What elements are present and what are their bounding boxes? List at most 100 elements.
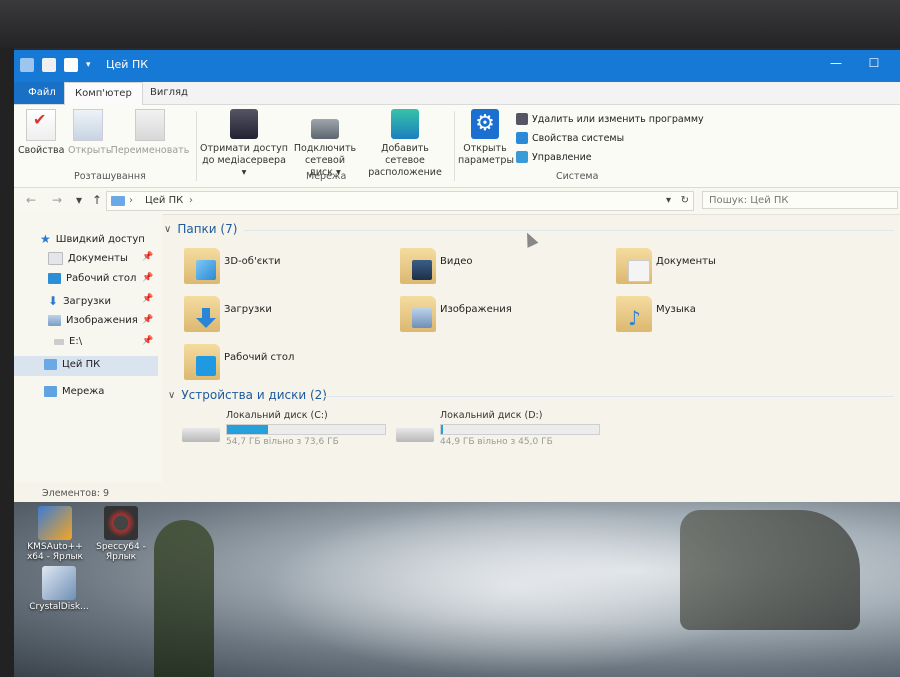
nav-item-label: E:\: [69, 336, 83, 347]
back-button[interactable]: ←: [26, 193, 36, 207]
folder-desktop[interactable]: Рабочий стол: [184, 344, 394, 384]
folder-icon: [184, 296, 220, 332]
properties-button[interactable]: ✔ Свойства: [18, 109, 64, 157]
new-folder-quick-icon[interactable]: [64, 58, 78, 72]
folder-icon: ♪: [616, 296, 652, 332]
folder-name: 3D-об'єкти: [224, 256, 281, 267]
mouse-cursor: [521, 230, 539, 248]
open-settings-button[interactable]: ⚙ Открыть параметры: [458, 109, 514, 167]
properties-quick-icon[interactable]: [42, 58, 56, 72]
path-separator: ›: [189, 195, 193, 206]
kmsauto-icon: [38, 506, 72, 540]
desktop-icon-label: KMSAuto++ x64 - Ярлык: [26, 542, 83, 562]
folder-icon: [184, 344, 220, 380]
pin-icon[interactable]: 📌: [142, 273, 153, 283]
media-server-button[interactable]: Отримати доступ до медіасервера ▾: [200, 109, 288, 179]
folder-documents[interactable]: Документы: [616, 248, 826, 288]
pin-icon[interactable]: 📌: [142, 252, 153, 262]
address-path[interactable]: Цей ПК: [145, 192, 183, 210]
map-network-drive-button[interactable]: Подключить сетевой диск ▾: [292, 109, 358, 179]
nav-this-pc[interactable]: Цей ПК: [44, 359, 100, 370]
folders-group-header[interactable]: ∨ Папки (7): [164, 222, 237, 236]
drive-usage-fill: [441, 425, 443, 434]
windows-drive-icon: [182, 428, 220, 442]
folder-downloads[interactable]: Загрузки: [184, 296, 394, 336]
crystaldisk-icon: [42, 566, 76, 600]
settings-label-line1: Открыть: [463, 143, 507, 154]
drive-free-space: 44,9 ГБ вільно з 45,0 ГБ: [440, 437, 553, 447]
uninstall-program-button[interactable]: Удалить или изменить программу: [516, 113, 704, 125]
folder-music[interactable]: ♪ Музыка: [616, 296, 826, 336]
pin-icon[interactable]: 📌: [142, 336, 153, 346]
manage-button[interactable]: Управление: [516, 151, 592, 163]
system-properties-button[interactable]: Свойства системы: [516, 132, 624, 144]
folder-icon: [400, 296, 436, 332]
tab-view[interactable]: Вигляд: [140, 82, 198, 104]
maximize-button[interactable]: ☐: [860, 56, 888, 70]
folder-pictures[interactable]: Изображения: [400, 296, 610, 336]
media-server-label-line2: до медіасервера ▾: [202, 155, 286, 178]
media-server-label-line1: Отримати доступ: [200, 143, 288, 154]
nav-item-label: Загрузки: [63, 295, 111, 307]
properties-label: Свойства: [18, 145, 65, 156]
navigation-pane: ★ Швидкий доступ Документы 📌 Рабочий сто…: [14, 212, 162, 482]
drive-icon: [54, 338, 64, 345]
nav-item-drive-e[interactable]: E:\: [54, 336, 82, 347]
forward-button[interactable]: →: [52, 193, 62, 207]
desktop-icon-kmsauto[interactable]: KMSAuto++ x64 - Ярлык: [20, 506, 90, 562]
system-properties-label: Свойства системы: [532, 132, 625, 144]
desktop-icon-crystaldisk[interactable]: CrystalDisk...: [24, 566, 94, 612]
folder-name: Видео: [440, 256, 473, 267]
add-network-location-button[interactable]: Добавить сетевое расположение: [360, 109, 450, 179]
computer-icon: [20, 58, 34, 72]
drive-d[interactable]: Локальний диск (D:) 44,9 ГБ вільно з 45,…: [396, 410, 606, 454]
download-arrow-icon: ⬇: [48, 294, 59, 308]
group-divider: [324, 396, 894, 397]
network-location-icon: [391, 109, 419, 139]
folder-videos[interactable]: Видео: [400, 248, 610, 288]
nav-item-pictures[interactable]: Изображения: [48, 315, 138, 326]
drive-c[interactable]: Локальний диск (C:) 54,7 ГБ вільно з 73,…: [182, 410, 392, 454]
customize-chevron-icon[interactable]: ▾: [86, 60, 91, 70]
pin-icon[interactable]: 📌: [142, 315, 153, 325]
nav-item-desktop[interactable]: Рабочий стол: [48, 273, 136, 284]
rename-button[interactable]: Переименовать: [110, 109, 190, 157]
pin-icon[interactable]: 📌: [142, 294, 153, 304]
this-pc-icon: [44, 359, 57, 370]
uninstall-label: Удалить или изменить программу: [532, 113, 704, 125]
collapse-chevron-icon: ∨: [164, 223, 172, 235]
tab-computer[interactable]: Комп'ютер: [64, 82, 143, 105]
nav-quick-access[interactable]: ★ Швидкий доступ: [40, 232, 145, 246]
network-drive-icon: [311, 119, 339, 139]
nav-item-label: Документы: [68, 253, 128, 264]
ribbon-separator: [454, 111, 455, 181]
system-properties-icon: [516, 132, 528, 144]
search-input[interactable]: Пошук: Цей ПК: [702, 191, 898, 209]
drive-usage-bar: [440, 424, 600, 435]
desktop-icon-speccy[interactable]: Speccy64 - Ярлык: [86, 506, 156, 562]
open-icon: [73, 109, 103, 141]
folder-3d-objects[interactable]: 3D-об'єкти: [184, 248, 394, 288]
minimize-button[interactable]: —: [822, 56, 850, 70]
this-pc-icon: [111, 196, 125, 206]
open-button[interactable]: Открыть: [68, 109, 111, 157]
content-pane: ∨ Папки (7) 3D-об'єкти Видео Документы З…: [164, 212, 900, 482]
ribbon-tabs: Файл Комп'ютер Вигляд: [14, 82, 900, 105]
group-label-system: Система: [556, 171, 599, 182]
up-button[interactable]: ↑: [92, 193, 102, 207]
nav-item-downloads[interactable]: ⬇ Загрузки: [48, 294, 111, 308]
ribbon: ✔ Свойства Открыть Переименовать Розташу…: [14, 105, 900, 188]
nav-network[interactable]: Мережа: [44, 386, 104, 397]
drive-free-space: 54,7 ГБ вільно з 73,6 ГБ: [226, 437, 339, 447]
refresh-icon[interactable]: ↻: [681, 192, 689, 210]
map-drive-label-line1: Подключить: [293, 143, 357, 154]
tab-file[interactable]: Файл: [14, 82, 70, 104]
title-bar: ▾ Цей ПК — ☐: [14, 50, 900, 82]
nav-item-documents[interactable]: Документы: [48, 252, 128, 265]
drives-group-header[interactable]: ∨ Устройства и диски (2): [168, 388, 327, 402]
address-dropdown-icon[interactable]: ▾: [666, 192, 671, 210]
manage-label: Управление: [532, 151, 592, 163]
address-box[interactable]: › Цей ПК › ▾ ↻: [106, 191, 694, 211]
recent-chevron-icon[interactable]: ▾: [76, 193, 82, 207]
drives-group-label: Устройства и диски (2): [181, 388, 327, 402]
